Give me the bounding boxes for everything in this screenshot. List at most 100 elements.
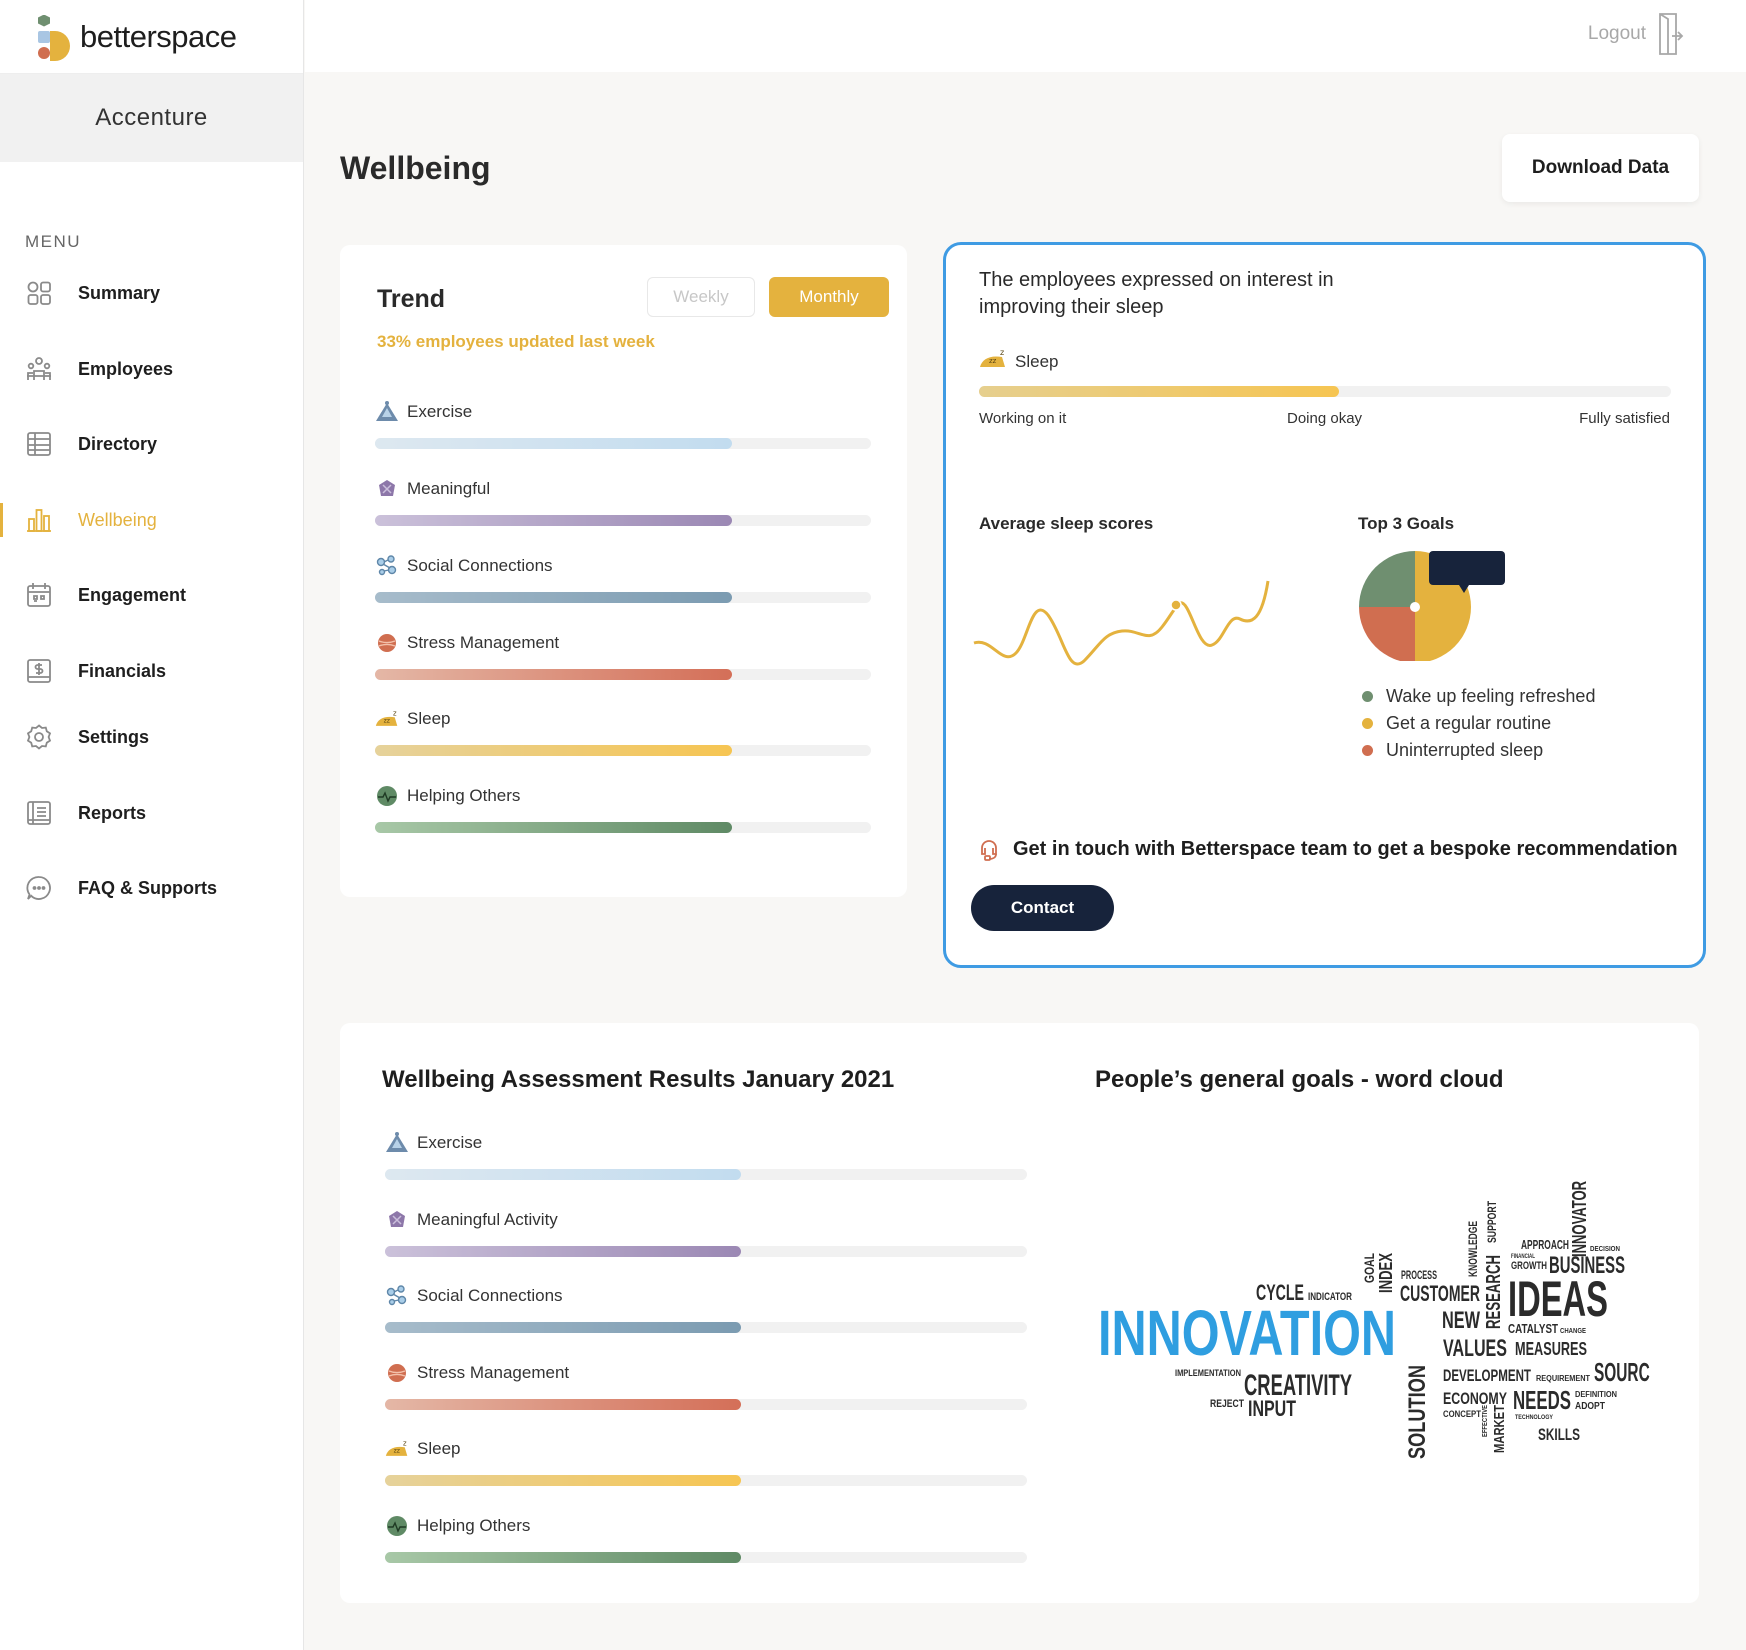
sidebar-item-directory[interactable]: Directory [0,421,304,467]
metric-label: Exercise [407,402,473,421]
legend-item: Wake up feeling refreshed [1362,683,1595,710]
assessment-card: Wellbeing Assessment Results January 202… [340,1023,1699,1603]
legend-label: Wake up feeling refreshed [1386,686,1596,706]
metric-label: Social Connections [417,1286,563,1305]
satisfaction-level [979,386,1339,397]
svg-text:zz: zz [989,357,997,365]
satisfaction-scale [979,386,1671,397]
metric-fill [385,1246,742,1257]
sidebar-item-settings[interactable]: Settings [0,714,304,760]
cloud-word: DEFINITION [1575,1390,1617,1399]
people-icon [25,355,53,383]
sidebar-item-label: Financials [78,660,167,681]
metric-label: Helping Others [417,1516,531,1535]
trend-title: Trend [377,285,446,313]
pie-tooltip [1429,551,1505,585]
sidebar-item-label: Wellbeing [78,509,157,530]
top-bar: Logout [305,0,1746,72]
sidebar-item-summary[interactable]: Summary [0,270,304,316]
cloud-word: DECISION [1590,1246,1620,1253]
sidebar-item-label: Employees [78,358,174,379]
sidebar-item-label: Settings [78,726,150,747]
sidebar-item-label: FAQ & Supports [78,877,217,898]
sidebar-item-reports[interactable]: Reports [0,790,304,836]
table-icon [25,430,53,458]
social-connections-icon [385,1284,409,1308]
trend-update-status: 33% employees updated last week [377,332,655,351]
cloud-word: REJECT [1210,1398,1244,1410]
cloud-word: MEASURES [1515,1339,1587,1359]
cloud-word: SUPPORT [1485,1201,1499,1243]
sleep-trend-marker [1170,599,1182,611]
cloud-word: RESEARCH [1483,1255,1505,1329]
cloud-word: INNOVATOR [1569,1181,1591,1257]
report-icon [25,799,53,827]
brand-name: betterspace [80,18,237,54]
metric-fill [375,515,733,526]
cloud-word: SKILLS [1538,1425,1580,1444]
metric-track [385,1322,1027,1333]
metric-fill [385,1475,742,1486]
cloud-word: IDEAS [1508,1271,1608,1327]
metric-label: Exercise [417,1133,483,1152]
download-data-button[interactable]: Download Data [1502,134,1699,202]
logout-button[interactable]: Logout [1588,12,1684,56]
organization-name: Accenture [0,74,303,162]
exercise-icon [375,400,399,424]
grid-icon [25,279,53,307]
cloud-word: CATALYST [1508,1321,1558,1336]
social-connections-icon [375,554,399,578]
svg-text:z: z [1000,349,1004,357]
metric-track [375,515,871,526]
metric-fill [375,438,733,449]
monthly-toggle[interactable]: Monthly [769,277,889,317]
pie-slice-uninterrupted [1359,607,1415,661]
cloud-word: CHANGE [1560,1328,1586,1335]
contact-button[interactable]: Contact [971,885,1114,931]
sidebar-item-employees[interactable]: Employees [0,346,304,392]
sidebar-item-financials[interactable]: Financials [0,648,304,694]
cloud-word: GROWTH [1511,1260,1547,1272]
page-title: Wellbeing [340,150,491,186]
weekly-toggle[interactable]: Weekly [647,277,755,317]
legend-item: Get a regular routine [1362,710,1595,737]
cloud-word: KNOWLEDGE [1466,1221,1480,1277]
metric-label: Sleep [407,709,451,728]
stress-management-icon [385,1361,409,1385]
trend-metric-meaningful: Meaningful [375,477,871,526]
metric-label: Meaningful Activity [417,1210,558,1229]
cloud-word: PROCESS [1401,1268,1437,1282]
helping-others-icon [375,784,399,808]
metric-track [385,1399,1027,1410]
sidebar-item-engagement[interactable]: Engagement [0,572,304,618]
cloud-word: SOURCE [1594,1357,1650,1387]
sidebar-item-faq[interactable]: FAQ & Supports [0,865,304,911]
dollar-icon [25,657,53,685]
sidebar-item-label: Reports [78,802,147,823]
cloud-word: TECHNOLOGY [1515,1415,1553,1421]
cloud-word: VALUES [1443,1335,1507,1362]
brand-logo[interactable]: betterspace [0,0,303,74]
cloud-word: INDEX [1376,1253,1396,1293]
legend-label: Uninterrupted sleep [1386,740,1544,760]
word-cloud-title: People’s general goals - word cloud [1095,1066,1504,1093]
metric-label: Helping Others [407,786,521,805]
menu-label: MENU [25,232,82,251]
metric-track [375,822,871,833]
svg-text:zz: zz [394,1447,400,1454]
sidebar-item-label: Directory [78,433,158,454]
assessment-metric-helping: Helping Others [385,1514,1027,1563]
sidebar-item-label: Engagement [78,584,187,605]
sidebar: betterspace Accenture MENU Summary Emplo… [0,0,304,1650]
sleep-trend-line [973,580,1270,666]
cloud-word: DEVELOPMENT [1443,1366,1531,1385]
sleep-icon: zz z [375,707,399,731]
metric-label: Social Connections [407,556,553,575]
recommendation-text: Get in touch with Betterspace team to ge… [1013,837,1678,860]
cloud-word: INPUT [1248,1396,1296,1421]
cloud-word: ADOPT [1575,1401,1605,1412]
sidebar-item-label: Summary [78,282,161,303]
sidebar-item-wellbeing[interactable]: Wellbeing [0,497,304,543]
average-sleep-title: Average sleep scores [979,514,1154,533]
logout-label: Logout [1587,23,1646,44]
